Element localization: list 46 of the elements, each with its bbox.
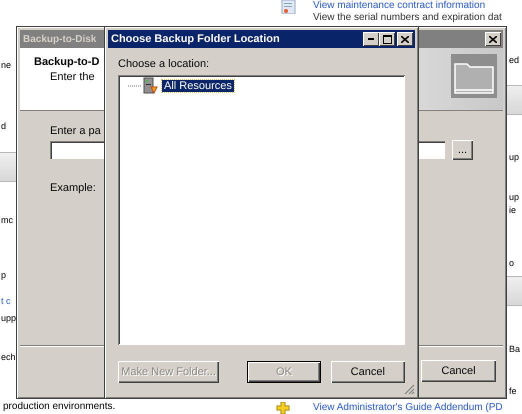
- page-text: ech: [1, 352, 16, 363]
- plus-icon: [276, 402, 290, 414]
- browse-button[interactable]: ...: [452, 140, 473, 160]
- location-prompt: Choose a location:: [118, 58, 210, 70]
- page-text: fe: [509, 386, 517, 397]
- wizard-subheading: Enter the: [50, 71, 95, 83]
- server-icon: [142, 77, 159, 94]
- guide-link[interactable]: View Administrator's Guide Addendum (PD: [313, 402, 503, 414]
- tree-item[interactable]: All Resources: [162, 80, 234, 92]
- page-text: up: [509, 152, 520, 163]
- wizard-heading: Backup-to-D: [34, 56, 100, 68]
- page-link[interactable]: t c: [1, 296, 11, 307]
- maximize-button[interactable]: [379, 32, 395, 46]
- tree-line: [128, 84, 142, 86]
- example-label: Example:: [50, 182, 96, 194]
- section-bar: [507, 85, 522, 115]
- page-text: p: [1, 270, 6, 281]
- document-icon: [281, 0, 297, 14]
- window-title: Choose Backup Folder Location: [111, 33, 280, 45]
- minimize-icon: [368, 38, 374, 40]
- window-title: Backup-to-Disk: [23, 34, 96, 44]
- resize-grip-icon[interactable]: [404, 384, 415, 395]
- maximize-icon: [382, 34, 392, 44]
- page-text: ne: [1, 60, 12, 71]
- page-text: production environments.: [3, 401, 116, 413]
- close-icon: [489, 36, 497, 42]
- page-text: o: [509, 258, 514, 269]
- close-icon: [401, 36, 409, 42]
- folder-icon: [451, 54, 497, 98]
- page-text: Ba: [509, 344, 520, 355]
- minimize-button[interactable]: [363, 32, 379, 46]
- page-text: upp: [1, 313, 16, 324]
- page-text: ed: [509, 55, 520, 66]
- page-text: up: [509, 192, 520, 203]
- page-text: d: [1, 121, 6, 132]
- cancel-button[interactable]: Cancel: [421, 360, 496, 382]
- page-text: mc: [1, 215, 13, 226]
- serial-text: View the serial numbers and expiration dat: [313, 12, 502, 24]
- section-bar: [0, 152, 16, 182]
- dialog-button[interactable]: Cancel: [330, 361, 405, 383]
- maintenance-link[interactable]: View maintenance contract information: [313, 0, 486, 12]
- close-button[interactable]: [485, 32, 501, 46]
- path-label: Enter a pa: [50, 125, 101, 137]
- close-button[interactable]: [397, 32, 413, 46]
- page-text: ie: [509, 205, 516, 216]
- section-bar: [507, 276, 522, 306]
